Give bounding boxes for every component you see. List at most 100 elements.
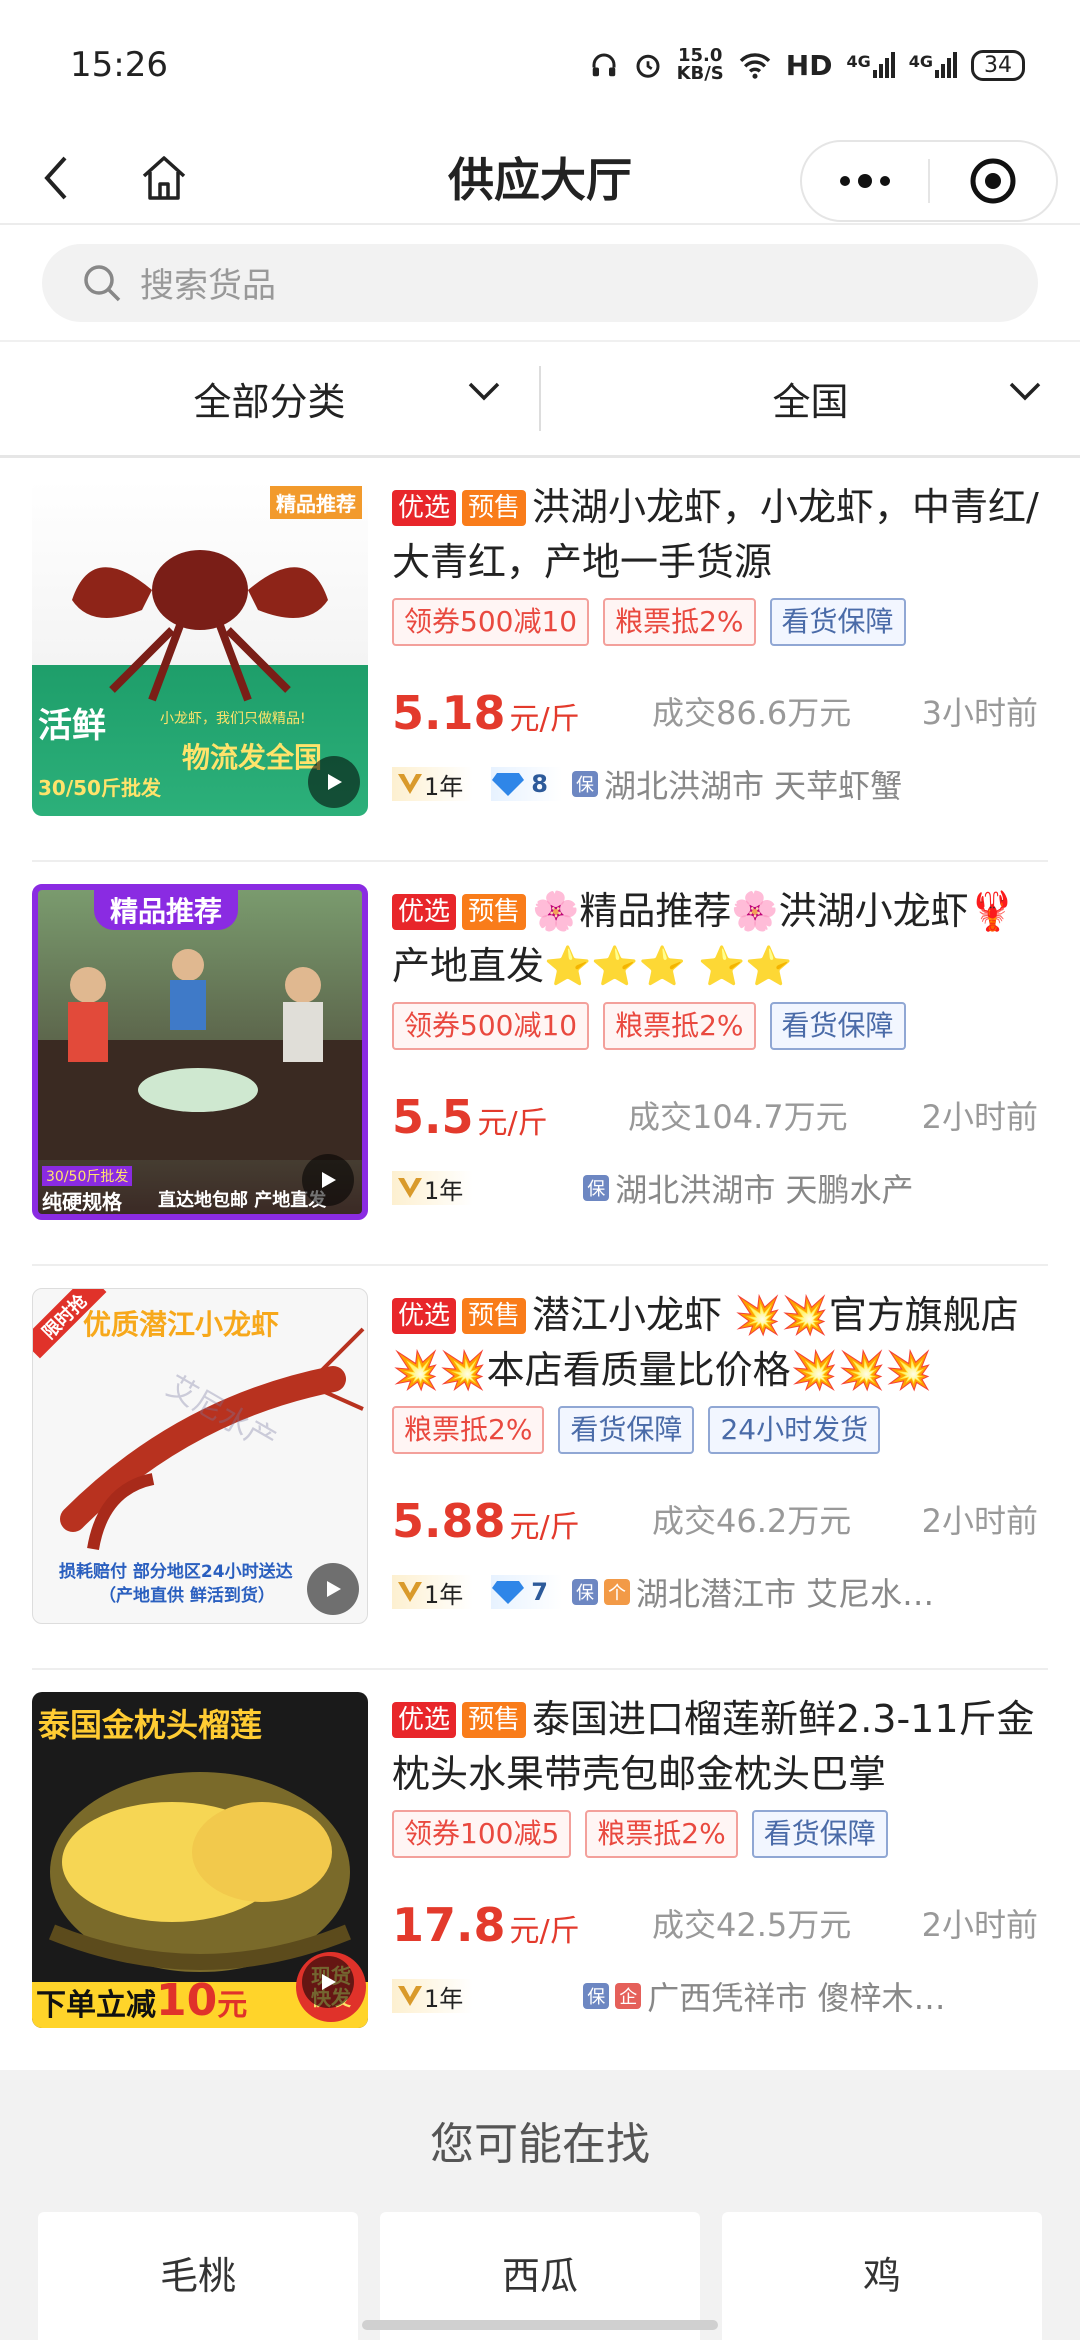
promo-chips: 领券500减10 粮票抵2% 看货保障 <box>392 598 1048 646</box>
thumb-top-label: 精品推荐 <box>94 890 239 930</box>
price-value: 5.5 <box>392 1090 474 1144</box>
product-thumbnail: 精品推荐 30/50斤批发 纯硬规格 直达地包邮 产地直发 <box>32 884 368 1220</box>
more-button[interactable] <box>802 142 928 220</box>
deal-amount: 成交86.6万元 <box>652 694 852 732</box>
price-unit: 元/斤 <box>509 1510 580 1545</box>
signal-4g-2: 4G <box>909 52 957 78</box>
product-thumbnail: 精品推荐 活鲜 小龙虾，我们只做精品! 物流发全国 30/50斤批发 <box>32 480 368 816</box>
video-play-button[interactable] <box>308 756 360 808</box>
deal-amount: 成交104.7万元 <box>628 1098 848 1136</box>
price-value: 17.8 <box>392 1898 506 1952</box>
coupon-chip[interactable]: 领券500减10 <box>392 598 590 646</box>
region-filter-label: 全国 <box>772 380 849 424</box>
enterprise-icon: 企 <box>615 1983 642 2009</box>
promo-chips: 领券500减10 粮票抵2% 看货保障 <box>392 1002 1048 1050</box>
thumb-slogan: 小龙虾，我们只做精品! <box>160 711 306 727</box>
price-row: 5.5 元/斤 成交104.7万元 2小时前 <box>392 1084 1048 1144</box>
product-title: 优选 预售 洪湖小龙虾，小龙虾，中青红/大青红，产地一手货源 <box>392 480 1048 590</box>
grain-ticket-chip: 粮票抵2% <box>603 1002 756 1050</box>
tag-featured: 优选 <box>392 490 457 526</box>
promo-chips: 领券100减5 粮票抵2% 看货保障 <box>392 1810 1048 1858</box>
wifi-icon <box>739 53 770 79</box>
seller-location: 湖北潜江市 艾尼水… <box>635 1575 935 1613</box>
guarantee-chip: 看货保障 <box>769 598 906 646</box>
chevron-down-icon <box>1009 382 1041 401</box>
alarm-icon <box>636 54 660 78</box>
product-content: 优选 预售 洪湖小龙虾，小龙虾，中青红/大青红，产地一手货源 领券500减10 粮票… <box>368 480 1048 860</box>
product-item[interactable]: 精品推荐 活鲜 小龙虾，我们只做精品! 物流发全国 30/50斤批发 优选 预售洪… <box>32 458 1048 862</box>
thumb-top-label: 精品推荐 <box>270 486 362 519</box>
video-play-button[interactable] <box>302 1956 354 2008</box>
diamond-icon <box>492 773 525 796</box>
seller-location: 广西凭祥市 傻梓木… <box>647 1979 946 2017</box>
signal-bars-icon <box>872 52 895 78</box>
category-filter[interactable]: 全部分类 <box>0 342 539 455</box>
headphones-icon <box>592 53 616 77</box>
coupon-chip[interactable]: 领券100减5 <box>392 1810 572 1858</box>
home-indicator[interactable] <box>362 2320 718 2330</box>
guarantee-chip: 看货保障 <box>751 1810 888 1858</box>
signal-4g-1: 4G <box>846 52 895 78</box>
search-input[interactable]: 搜索货品 <box>42 243 1038 322</box>
price-unit: 元/斤 <box>509 1914 580 1949</box>
product-content: 优选 预售 泰国进口榴莲新鲜2.3-11斤金枕头水果带壳包邮金枕头巴掌 领券100减… <box>368 1692 1048 2074</box>
guarantee-icon: 保 <box>583 1983 610 2009</box>
product-item[interactable]: 泰国金枕头榴莲 下单立减10元 现货快发 优选预售泰国进口榴莲新鲜2.3-11斤… <box>32 1670 1048 2074</box>
product-item[interactable]: 限时抢 优质潜江小龙虾 艾尼水产 损耗赔付 部分地区24小时送达 （产地直供 鲜… <box>32 1266 1048 1670</box>
product-content: 优选 预售 🌸精品推荐🌸洪湖小龙虾🦞产地直发⭐⭐⭐ ⭐⭐ 领券500减10 粮票抵2… <box>368 884 1048 1264</box>
deal-amount: 成交42.5万元 <box>652 1906 852 1944</box>
deal-amount: 成交46.2万元 <box>652 1502 852 1540</box>
diamond-badge: 7 <box>491 1575 562 1609</box>
region-filter[interactable]: 全国 <box>541 342 1080 455</box>
price-unit: 元/斤 <box>509 702 580 737</box>
play-icon <box>322 1172 336 1188</box>
thumb-banner: 物流发全国 <box>182 741 323 774</box>
tag-featured: 优选 <box>392 894 457 930</box>
product-title: 优选 预售 泰国进口榴莲新鲜2.3-11斤金枕头水果带壳包邮金枕头巴掌 <box>392 1692 1048 1802</box>
v-medal-icon <box>398 1178 422 1198</box>
v-medal-icon <box>398 1582 422 1602</box>
play-icon <box>327 1581 341 1597</box>
thumb-top-label: 优质潜江小龙虾 <box>83 1308 280 1341</box>
year-badge: 1年 <box>392 1575 474 1609</box>
grain-ticket-chip: 粮票抵2% <box>392 1406 545 1454</box>
thumb-sub: 30/50斤批发 <box>38 776 161 800</box>
thumb-badge: 活鲜 <box>38 706 106 746</box>
thumb-banner: 损耗赔付 部分地区24小时送达 <box>59 1562 293 1582</box>
tag-presale: 预售 <box>462 1702 527 1738</box>
video-play-button[interactable] <box>302 1154 354 1206</box>
suggestion-item[interactable]: 鸡 <box>722 2212 1042 2340</box>
more-dots-icon <box>840 174 890 188</box>
seller-location: 湖北洪湖市 天苹虾蟹 <box>603 767 903 805</box>
app-root: 15:26 15.0 KB/S HD 4G 4G 34 供应大厅 搜索货品 全部… <box>0 0 1080 2340</box>
product-item[interactable]: 精品推荐 30/50斤批发 纯硬规格 直达地包邮 产地直发 优选 预售 🌸精品推荐🌸… <box>32 862 1048 1266</box>
battery-indicator: 34 <box>971 49 1025 81</box>
price: 17.8 元/斤 <box>392 1898 580 1952</box>
price-row: 5.88 元/斤 成交46.2万元 2小时前 <box>392 1488 1048 1548</box>
coupon-chip[interactable]: 领券500减10 <box>392 1002 590 1050</box>
price-value: 5.88 <box>392 1494 506 1548</box>
year-badge: 1年 <box>392 767 474 801</box>
thumb-banner: 直达地包邮 产地直发 <box>158 1190 327 1211</box>
tag-presale: 预售 <box>462 1298 527 1334</box>
play-icon <box>328 774 342 790</box>
seller-meta: 1年 8 保 湖北洪湖市 天苹虾蟹 <box>392 762 1048 806</box>
diamond-icon <box>492 1581 525 1604</box>
chevron-down-icon <box>468 382 500 401</box>
guarantee-icon: 保 <box>571 1579 598 1605</box>
tag-presale: 预售 <box>462 490 527 526</box>
suggestion-item[interactable]: 毛桃 <box>38 2212 358 2340</box>
price-unit: 元/斤 <box>477 1106 548 1141</box>
close-button[interactable] <box>930 142 1056 220</box>
guarantee-chip: 看货保障 <box>558 1406 695 1454</box>
play-icon <box>322 1974 336 1990</box>
shipping-chip: 24小时发货 <box>708 1406 881 1454</box>
miniprogram-capsule <box>800 140 1058 222</box>
guarantee-icon: 保 <box>571 771 598 797</box>
price: 5.18 元/斤 <box>392 686 580 740</box>
video-play-button[interactable] <box>307 1563 359 1615</box>
close-target-icon <box>970 158 1016 204</box>
seller-location: 湖北洪湖市 天鹏水产 <box>615 1171 914 1209</box>
status-bar: 15:26 15.0 KB/S HD 4G 4G 34 <box>0 0 1080 130</box>
promo-chips: 粮票抵2% 看货保障 24小时发货 <box>392 1406 1048 1454</box>
